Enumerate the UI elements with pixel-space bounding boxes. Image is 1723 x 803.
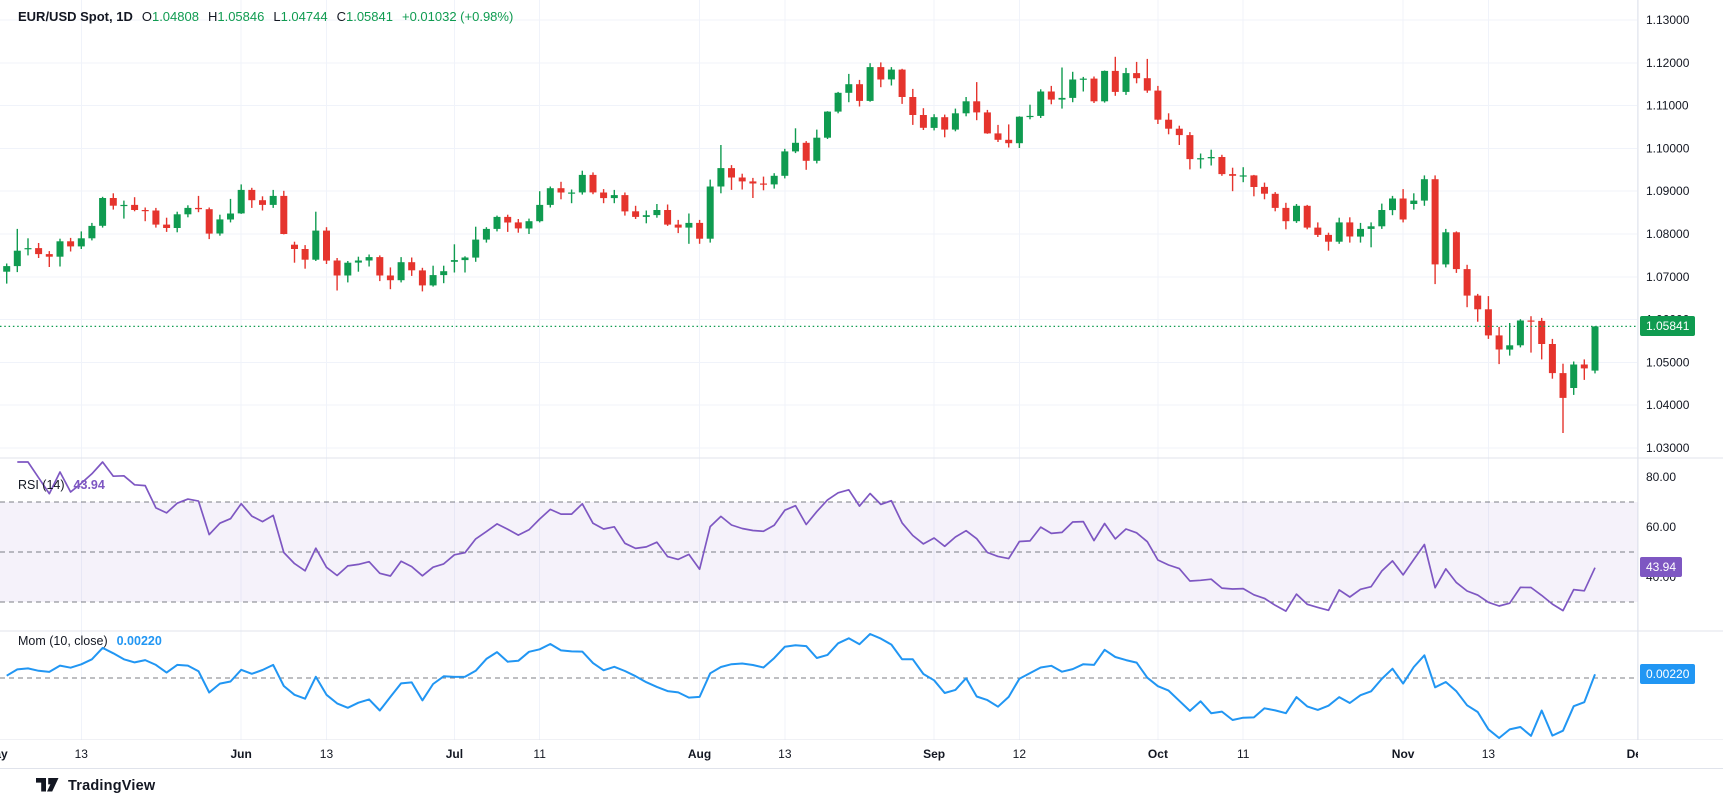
momentum-legend: Mom (10, close) 0.00220: [18, 634, 162, 648]
symbol-title: EUR/USD Spot, 1D: [18, 9, 133, 24]
time-axis-label: 12: [1013, 741, 1026, 767]
last-price-badge: 1.05841: [1640, 316, 1695, 336]
ohlc-close: C1.05841: [337, 9, 393, 24]
svg-text:1.10000: 1.10000: [1646, 141, 1690, 155]
momentum-line: [7, 634, 1595, 738]
momentum-value: 0.00220: [117, 634, 162, 648]
time-axis-label: Sep: [923, 741, 945, 767]
ohlc-low: L1.04744: [273, 9, 327, 24]
momentum-value-badge: 0.00220: [1640, 664, 1695, 684]
time-axis-label: 13: [320, 741, 333, 767]
rsi-value: 43.94: [74, 478, 105, 492]
rsi-band: [0, 502, 1638, 602]
svg-text:1.09000: 1.09000: [1646, 184, 1690, 198]
footer-bar: TradingView: [0, 768, 1723, 803]
candles-layer[interactable]: [0, 57, 1599, 433]
time-axis-label: 11: [533, 741, 545, 767]
svg-text:1.04000: 1.04000: [1646, 398, 1690, 412]
time-axis-label: 13: [75, 741, 88, 767]
svg-text:1.07000: 1.07000: [1646, 270, 1690, 284]
time-axis-label: Oct: [1148, 741, 1168, 767]
candlestick-chart[interactable]: 1.13000 1.12000 1.11000 1.10000 1.09000 1.080…: [0, 0, 1723, 740]
svg-text:60.00: 60.00: [1646, 520, 1676, 534]
svg-text:1.11000: 1.11000: [1646, 99, 1689, 113]
tradingview-logo-icon[interactable]: [36, 778, 60, 794]
svg-text:1.13000: 1.13000: [1646, 13, 1690, 27]
time-axis-label: Dec: [1627, 741, 1638, 767]
svg-text:1.03000: 1.03000: [1646, 441, 1690, 455]
svg-text:80.00: 80.00: [1646, 470, 1676, 484]
svg-text:1.05000: 1.05000: [1646, 355, 1690, 369]
symbol-legend: EUR/USD Spot, 1D O1.04808 H1.05846 L1.04…: [18, 9, 513, 24]
momentum-title: Mom (10, close): [18, 634, 108, 648]
svg-text:1.12000: 1.12000: [1646, 56, 1690, 70]
time-axis-label: 13: [1482, 741, 1495, 767]
ohlc-high: H1.05846: [208, 9, 264, 24]
tradingview-brand-link[interactable]: TradingView: [68, 778, 155, 794]
time-axis-label: 11: [1237, 741, 1249, 767]
price-axis[interactable]: 1.13000 1.12000 1.11000 1.10000 1.09000 1.080…: [1646, 13, 1690, 584]
grid-layer: [0, 0, 1638, 740]
ohlc-open: O1.04808: [142, 9, 199, 24]
change-value: +0.01032 (+0.98%): [402, 9, 513, 24]
rsi-legend: RSI (14) 43.94: [18, 478, 105, 492]
rsi-title: RSI (14): [18, 478, 65, 492]
time-axis-label: Jul: [446, 741, 463, 767]
time-axis[interactable]: May 13 Jun 13 Jul 11 Aug 13 Sep 12 Oct 11 Nov 13 Dec: [0, 741, 1638, 768]
time-axis-label: Nov: [1392, 741, 1415, 767]
time-axis-label: Jun: [231, 741, 252, 767]
time-axis-label: May: [0, 741, 8, 767]
pane-separators: [0, 0, 1723, 740]
time-axis-label: 13: [778, 741, 791, 767]
rsi-value-badge: 43.94: [1640, 557, 1682, 577]
trading-chart-app: 1.13000 1.12000 1.11000 1.10000 1.09000 1.080…: [0, 0, 1723, 803]
svg-text:1.08000: 1.08000: [1646, 227, 1690, 241]
time-axis-label: Aug: [688, 741, 711, 767]
